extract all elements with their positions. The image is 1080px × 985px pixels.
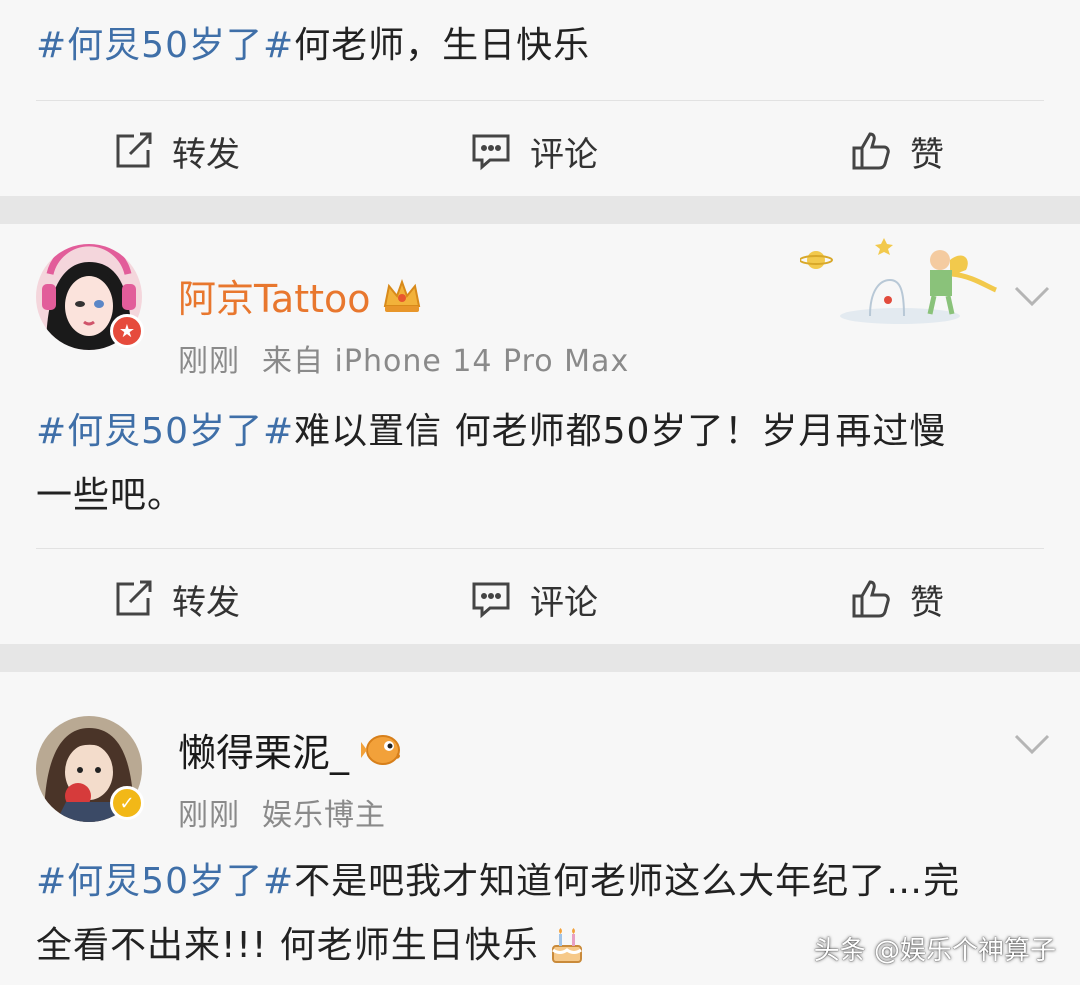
post-text: #何炅50岁了#难以置信 何老师都50岁了！岁月再过慢 一些吧。: [36, 400, 1044, 528]
post-body-line2: 全看不出来!!! 何老师生日快乐: [36, 925, 539, 966]
birthday-cake-icon: [551, 928, 582, 963]
action-bar: 转发 评论 赞: [0, 554, 1080, 644]
action-bar: 转发 评论 赞: [0, 106, 1080, 196]
repost-icon: [116, 132, 152, 168]
comment-button[interactable]: 评论: [470, 106, 598, 196]
like-button[interactable]: 赞: [850, 106, 944, 196]
chevron-down-icon[interactable]: [1012, 732, 1052, 756]
repost-label: 转发: [172, 582, 240, 623]
hashtag-link[interactable]: #何炅50岁了#: [36, 411, 294, 452]
crown-icon: [383, 278, 420, 312]
username[interactable]: 阿京Tattoo: [178, 268, 371, 323]
comment-button[interactable]: 评论: [470, 554, 598, 644]
username-row: 懒得栗泥_: [178, 722, 407, 777]
post-card: ★ 阿京Tattoo 刚刚 来自 iPhone 14 Pro Max #何炅50…: [0, 224, 1080, 644]
post-text: #何炅50岁了#何老师，生日快乐: [36, 14, 1044, 78]
hashtag-link[interactable]: #何炅50岁了#: [36, 25, 294, 66]
repost-label: 转发: [172, 134, 240, 175]
post-body-line1: 不是吧我才知道何老师这么大年纪了…完: [294, 861, 961, 902]
divider: [36, 100, 1044, 101]
chevron-down-icon[interactable]: [1012, 284, 1052, 308]
divider: [36, 548, 1044, 549]
section-gap: [0, 196, 1080, 224]
post-meta: 刚刚 来自 iPhone 14 Pro Max: [178, 336, 629, 380]
feed: #何炅50岁了#何老师，生日快乐 转发 评论 赞 ★ 阿京Tattoo 刚刚 来…: [0, 0, 1080, 985]
post-body-line2: 一些吧。: [36, 475, 185, 516]
pufferfish-icon: [361, 734, 401, 765]
username[interactable]: 懒得栗泥_: [178, 722, 349, 777]
repost-button[interactable]: 转发: [112, 106, 240, 196]
like-button[interactable]: 赞: [850, 554, 944, 644]
comment-label: 评论: [530, 582, 598, 623]
thumbs-up-icon: [852, 580, 890, 618]
post-meta: 刚刚 娱乐博主: [178, 790, 386, 834]
post-body-line1: 难以置信 何老师都50岁了！岁月再过慢: [294, 411, 947, 452]
username-row: 阿京Tattoo: [178, 268, 423, 323]
post-source: 娱乐博主: [262, 798, 386, 833]
avatar[interactable]: ✓: [36, 716, 144, 822]
hashtag-link[interactable]: #何炅50岁了#: [36, 861, 294, 902]
post-card: #何炅50岁了#何老师，生日快乐 转发 评论 赞: [0, 0, 1080, 196]
comment-label: 评论: [530, 134, 598, 175]
little-prince-decoration-icon: [800, 238, 997, 324]
like-label: 赞: [910, 582, 944, 623]
avatar[interactable]: ★: [36, 244, 144, 350]
like-label: 赞: [910, 134, 944, 175]
watermark: 头条 @娱乐个神算子: [813, 936, 1056, 966]
post-time: 刚刚: [178, 798, 240, 833]
comment-icon: [472, 134, 510, 171]
post-time: 刚刚: [178, 344, 240, 379]
thumbs-up-icon: [852, 132, 890, 170]
star-badge-icon: ★: [110, 314, 144, 348]
comment-icon: [472, 582, 510, 619]
section-gap: [0, 644, 1080, 672]
verified-badge-icon: ✓: [110, 786, 144, 820]
post-source: 来自 iPhone 14 Pro Max: [262, 344, 630, 379]
post-body: 何老师，生日快乐: [294, 25, 591, 66]
repost-button[interactable]: 转发: [112, 554, 240, 644]
repost-icon: [116, 580, 152, 616]
